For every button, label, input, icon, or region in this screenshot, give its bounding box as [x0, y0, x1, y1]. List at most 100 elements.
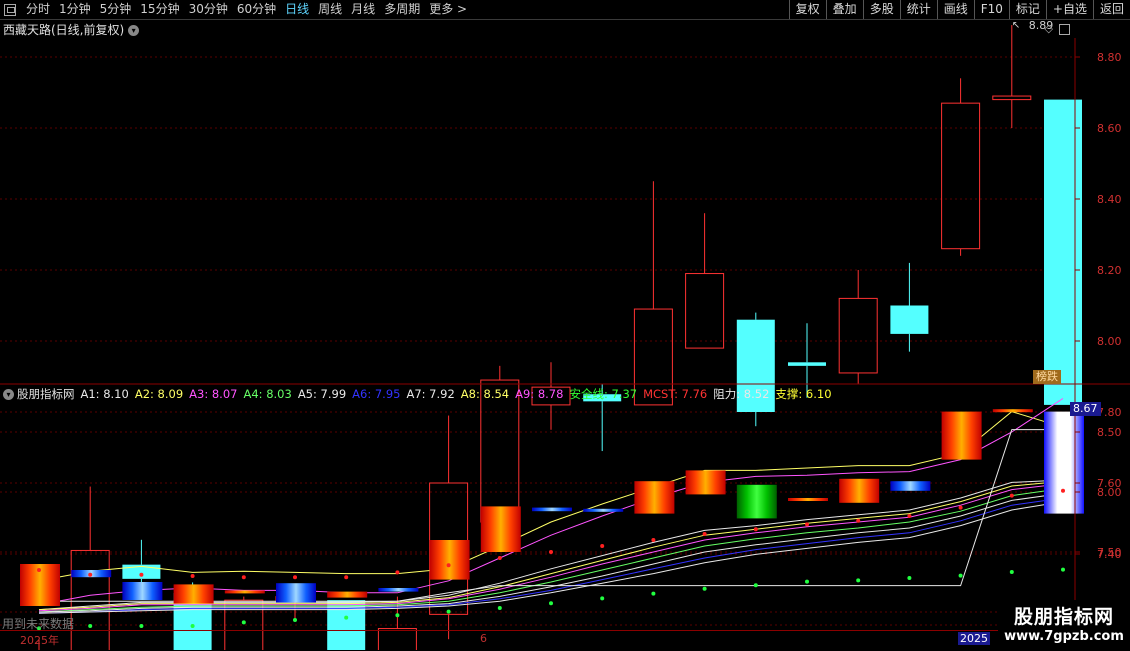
candle-body: [788, 362, 826, 366]
indicator-value-6: A7: 7.92: [406, 387, 455, 401]
safety-dot: [190, 624, 195, 628]
watermark: 股朋指标网 www.7gpzb.com: [998, 600, 1130, 650]
chart-corner-icons: ◇: [1045, 22, 1070, 35]
indicator-bar: [941, 411, 982, 460]
price-tick-label: 7.80: [1097, 406, 1122, 419]
panel-toggle-icon[interactable]: [1059, 23, 1070, 35]
period-tab-3[interactable]: 15分钟: [136, 0, 184, 19]
period-tab-6[interactable]: 日线: [281, 0, 314, 19]
indicator-bar: [788, 498, 828, 501]
mcst-dot: [37, 568, 41, 572]
candle: [838, 270, 878, 384]
mcst-dot: [293, 575, 297, 580]
indicator-value-1: A2: 8.09: [134, 387, 184, 401]
safety-dot: [856, 578, 861, 583]
indicator-value-10: MCST: 7.76: [643, 387, 708, 401]
safety-dot: [753, 583, 758, 588]
toolbar-button-5[interactable]: F10: [973, 0, 1009, 19]
indicator-bar: [378, 588, 419, 592]
mcst-dot: [190, 574, 195, 578]
mcst-dot: [344, 575, 349, 580]
indicator-value-7: A8: 8.54: [460, 387, 510, 401]
period-tab-5[interactable]: 60分钟: [233, 0, 281, 19]
ind-tick-label: 8.00: [1097, 486, 1122, 499]
chart-canvas[interactable]: 8.89↖7.06← 8.808.608.408.208.007.807.607…: [0, 0, 1130, 650]
safety-dot: [1061, 567, 1065, 572]
time-label-month: 6: [480, 632, 487, 645]
toolbar-button-6[interactable]: 标记: [1008, 0, 1046, 19]
indicator-bar: [532, 507, 572, 512]
price-tick-label: 8.40: [1097, 193, 1122, 206]
candle: [633, 181, 673, 406]
indicator-bar: [122, 582, 163, 600]
mcst-dot: [600, 544, 605, 548]
title-dropdown-icon[interactable]: ▾: [128, 25, 140, 36]
candle-body: [685, 273, 725, 349]
indicator-bar: [992, 409, 1033, 413]
candle: [685, 213, 725, 349]
indicator-value-3: A4: 8.03: [243, 387, 292, 401]
toolbar-button-0[interactable]: 复权: [788, 0, 826, 19]
toolbar-button-1[interactable]: 叠加: [825, 0, 863, 19]
mcst-dot: [651, 538, 656, 542]
window-icon[interactable]: [4, 3, 16, 16]
mcst-dot: [753, 527, 758, 532]
indicator-bar: [276, 583, 316, 603]
period-tab-7[interactable]: 周线: [314, 0, 347, 19]
toolbar-button-4[interactable]: 画线: [936, 0, 974, 19]
mcst-dot: [88, 572, 93, 577]
ind-tick-label: 8.50: [1097, 426, 1122, 439]
price-tick-label: 8.20: [1097, 264, 1122, 277]
indicator-bar: [224, 590, 265, 594]
period-tab-9[interactable]: 多周期: [380, 0, 425, 19]
safety-dot: [241, 620, 246, 625]
indicator-name[interactable]: 股朋指标网: [17, 387, 75, 401]
period-tab-8[interactable]: 月线: [347, 0, 380, 19]
toolbar-button-8[interactable]: 返回: [1092, 0, 1130, 19]
indicator-bar: [173, 584, 214, 604]
time-label-year: 2025年: [20, 634, 59, 647]
period-tab-1[interactable]: 1分钟: [55, 0, 96, 19]
safety-dot: [497, 606, 502, 610]
period-tab-4[interactable]: 30分钟: [185, 0, 233, 19]
ind-tick-label: 7.50: [1097, 546, 1122, 559]
mcst-dot: [1009, 493, 1014, 498]
toolbar-button-7[interactable]: +自选: [1045, 0, 1093, 19]
candle: [1044, 99, 1082, 405]
indicator-value-11: 阻力: 8.52: [713, 387, 770, 401]
indicator-bar: [480, 506, 521, 552]
rank-badge[interactable]: 榜跌: [1033, 370, 1061, 384]
candle: [890, 262, 929, 352]
main-chart-title: 西藏天路(日线,前复权) ▾: [3, 21, 140, 38]
stock-title: 西藏天路(日线,前复权): [3, 23, 125, 37]
mcst-dot: [1061, 488, 1065, 493]
period-tabs: 分时 1分钟 5分钟 15分钟 30分钟 60分钟 日线 周线 月线 多周期 更多 >: [22, 0, 472, 19]
candle: [736, 312, 775, 427]
safety-dot: [395, 613, 400, 618]
safety-dot: [1009, 570, 1014, 574]
indicator-value-5: A6: 7.95: [352, 387, 401, 401]
safety-dot: [600, 596, 605, 601]
toolbar-button-2[interactable]: 多股: [862, 0, 900, 19]
safety-dot: [907, 576, 912, 580]
period-tab-0[interactable]: 分时: [22, 0, 55, 19]
indicator-bar: [583, 508, 624, 512]
mcst-dot: [805, 522, 809, 527]
safety-dot: [549, 601, 553, 606]
mcst-dot: [497, 556, 502, 560]
toolbar-button-3[interactable]: 统计: [899, 0, 937, 19]
diamond-icon[interactable]: ◇: [1045, 22, 1053, 35]
candle-body: [941, 102, 981, 250]
mcst-dot: [139, 572, 144, 577]
indicator-current-value: 8.67: [1070, 402, 1101, 416]
period-tab-2[interactable]: 5分钟: [96, 0, 137, 19]
indicator-header: ▾ 股朋指标网 A1: 8.10 A2: 8.09 A3: 8.07 A4: 8.03 A5…: [3, 386, 838, 402]
candle-body: [992, 95, 1032, 101]
indicator-value-4: A5: 7.99: [297, 387, 347, 401]
mcst-dot: [856, 518, 861, 523]
period-tab-10[interactable]: 更多 >: [425, 0, 472, 19]
safety-dot: [446, 609, 451, 614]
high-arrow: ↖: [1012, 20, 1020, 31]
indicator-dropdown-icon[interactable]: ▾: [3, 389, 14, 400]
mcst-dot: [549, 550, 553, 554]
